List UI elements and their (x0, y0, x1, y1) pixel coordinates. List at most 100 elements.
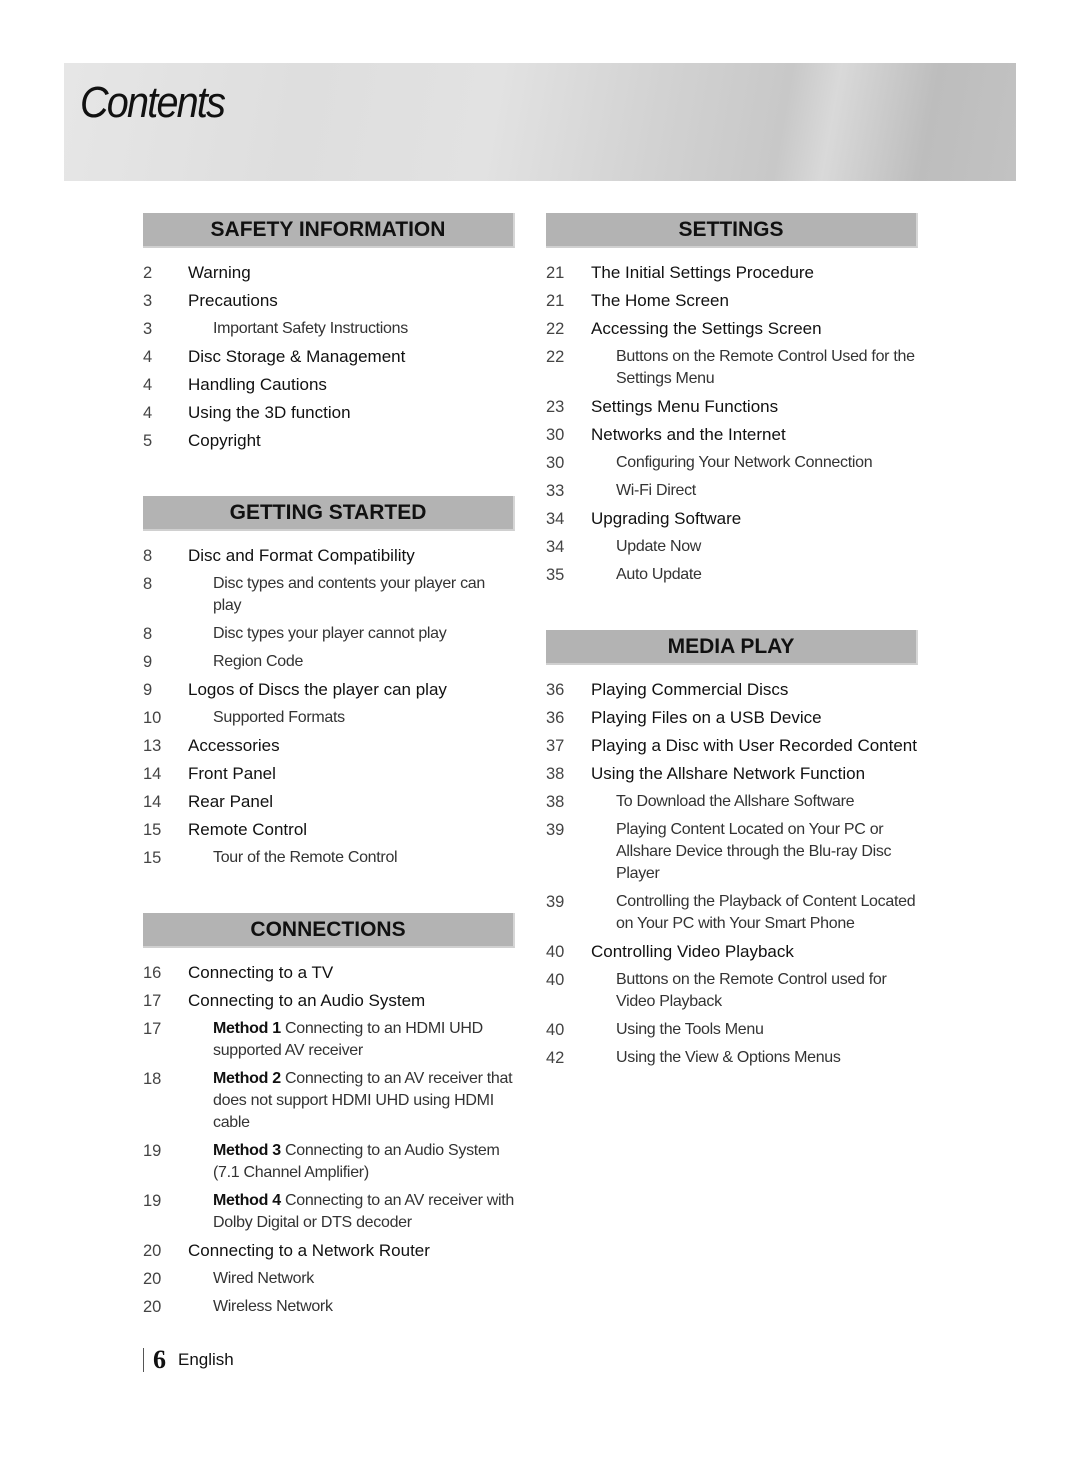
toc-entry-title[interactable]: Using the 3D function (188, 402, 515, 424)
toc-entry-title[interactable]: Precautions (188, 290, 515, 312)
toc-entry[interactable]: 15 Remote Control (143, 819, 515, 841)
toc-entry[interactable]: 4 Using the 3D function (143, 402, 515, 424)
toc-entry-title[interactable]: Logos of Discs the player can play (188, 679, 515, 701)
toc-subentry[interactable]: 30 Configuring Your Network Connection (546, 452, 918, 474)
toc-entry-title[interactable]: Disc types your player cannot play (188, 623, 515, 645)
toc-entry-title[interactable]: Connecting to an Audio System (188, 990, 515, 1012)
toc-entry-title[interactable]: Configuring Your Network Connection (591, 452, 918, 474)
toc-subentry[interactable]: 15 Tour of the Remote Control (143, 847, 515, 869)
toc-entry-title[interactable]: Controlling Video Playback (591, 941, 918, 963)
toc-subentry[interactable]: 20 Wireless Network (143, 1296, 515, 1318)
toc-entry[interactable]: 8 Disc and Format Compatibility (143, 545, 515, 567)
toc-entry-title[interactable]: Disc and Format Compatibility (188, 545, 515, 567)
toc-entry-title[interactable]: Accessing the Settings Screen (591, 318, 918, 340)
toc-entry-title[interactable]: Playing Files on a USB Device (591, 707, 918, 729)
toc-entry-title[interactable]: Warning (188, 262, 515, 284)
toc-entry[interactable]: 14 Rear Panel (143, 791, 515, 813)
toc-entry-title[interactable]: Important Safety Instructions (188, 318, 515, 340)
toc-entry[interactable]: 17 Connecting to an Audio System (143, 990, 515, 1012)
toc-entry-title[interactable]: Using the View & Options Menus (591, 1047, 918, 1069)
toc-entry[interactable]: 2 Warning (143, 262, 515, 284)
toc-entry[interactable]: 3 Precautions (143, 290, 515, 312)
toc-subentry[interactable]: 22 Buttons on the Remote Control Used for… (546, 346, 918, 390)
toc-subentry[interactable]: 40 Using the Tools Menu (546, 1019, 918, 1041)
toc-entry[interactable]: 20 Connecting to a Network Router (143, 1240, 515, 1262)
toc-subentry[interactable]: 39 Playing Content Located on Your PC or … (546, 819, 918, 885)
toc-entry-title[interactable]: Remote Control (188, 819, 515, 841)
toc-subentry[interactable]: 8 Disc types your player cannot play (143, 623, 515, 645)
toc-entry-title[interactable]: Playing Commercial Discs (591, 679, 918, 701)
toc-subentry[interactable]: 20 Wired Network (143, 1268, 515, 1290)
toc-entry-title[interactable]: Buttons on the Remote Control Used for t… (591, 346, 918, 390)
toc-entry-title[interactable]: Method 4 Connecting to an AV receiver wi… (188, 1190, 515, 1234)
toc-subentry[interactable]: 8 Disc types and contents your player can… (143, 573, 515, 617)
toc-entry-title[interactable]: Connecting to a TV (188, 962, 515, 984)
toc-subentry[interactable]: 35 Auto Update (546, 564, 918, 586)
toc-page-number: 38 (546, 765, 565, 783)
toc-entry[interactable]: 4 Disc Storage & Management (143, 346, 515, 368)
toc-entry-title[interactable]: To Download the Allshare Software (591, 791, 918, 813)
toc-entry[interactable]: 36 Playing Files on a USB Device (546, 707, 918, 729)
toc-subentry[interactable]: 19 Method 3 Connecting to an Audio System… (143, 1140, 515, 1184)
toc-subentry[interactable]: 10 Supported Formats (143, 707, 515, 729)
toc-subentry[interactable]: 40 Buttons on the Remote Control used for… (546, 969, 918, 1013)
toc-subentry[interactable]: 34 Update Now (546, 536, 918, 558)
toc-entry-title[interactable]: Using the Allshare Network Function (591, 763, 918, 785)
toc-subentry[interactable]: 33 Wi-Fi Direct (546, 480, 918, 502)
toc-entry[interactable]: 38 Using the Allshare Network Function (546, 763, 918, 785)
toc-entry-title[interactable]: Method 2 Connecting to an AV receiver th… (188, 1068, 515, 1134)
toc-entry-title[interactable]: Buttons on the Remote Control used for V… (591, 969, 918, 1013)
toc-subentry[interactable]: 9 Region Code (143, 651, 515, 673)
toc-entry-title[interactable]: Update Now (591, 536, 918, 558)
toc-entry[interactable]: 21 The Home Screen (546, 290, 918, 312)
toc-entry[interactable]: 23 Settings Menu Functions (546, 396, 918, 418)
toc-entry[interactable]: 30 Networks and the Internet (546, 424, 918, 446)
toc-entry[interactable]: 34 Upgrading Software (546, 508, 918, 530)
toc-entry-title[interactable]: Accessories (188, 735, 515, 757)
toc-entry-title[interactable]: Playing Content Located on Your PC or Al… (591, 819, 918, 885)
toc-entry-title[interactable]: Disc Storage & Management (188, 346, 515, 368)
toc-entry[interactable]: 22 Accessing the Settings Screen (546, 318, 918, 340)
toc-subentry[interactable]: 39 Controlling the Playback of Content Lo… (546, 891, 918, 935)
toc-entry[interactable]: 5 Copyright (143, 430, 515, 452)
toc-entry[interactable]: 14 Front Panel (143, 763, 515, 785)
toc-entry-title[interactable]: Wi-Fi Direct (591, 480, 918, 502)
toc-entry-title[interactable]: Controlling the Playback of Content Loca… (591, 891, 918, 935)
toc-entry-title[interactable]: Disc types and contents your player can … (188, 573, 515, 617)
toc-subentry[interactable]: 18 Method 2 Connecting to an AV receiver … (143, 1068, 515, 1134)
toc-entry-title[interactable]: Method 1 Connecting to an HDMI UHD suppo… (188, 1018, 515, 1062)
toc-entry[interactable]: 36 Playing Commercial Discs (546, 679, 918, 701)
toc-entry-title[interactable]: Settings Menu Functions (591, 396, 918, 418)
toc-entry[interactable]: 37 Playing a Disc with User Recorded Cont… (546, 735, 918, 757)
toc-entry-title[interactable]: The Initial Settings Procedure (591, 262, 918, 284)
toc-entry-title[interactable]: The Home Screen (591, 290, 918, 312)
toc-entry-title[interactable]: Upgrading Software (591, 508, 918, 530)
toc-entry-title[interactable]: Tour of the Remote Control (188, 847, 515, 869)
toc-entry-title[interactable]: Connecting to a Network Router (188, 1240, 515, 1262)
toc-entry-title[interactable]: Wireless Network (188, 1296, 515, 1318)
toc-entry[interactable]: 13 Accessories (143, 735, 515, 757)
toc-entry-title[interactable]: Playing a Disc with User Recorded Conten… (591, 735, 918, 757)
toc-subentry[interactable]: 38 To Download the Allshare Software (546, 791, 918, 813)
toc-entry[interactable]: 16 Connecting to a TV (143, 962, 515, 984)
toc-entry-title[interactable]: Using the Tools Menu (591, 1019, 918, 1041)
toc-entry[interactable]: 4 Handling Cautions (143, 374, 515, 396)
toc-entry-title[interactable]: Supported Formats (188, 707, 515, 729)
toc-entry-title[interactable]: Method 3 Connecting to an Audio System (… (188, 1140, 515, 1184)
toc-entry[interactable]: 9 Logos of Discs the player can play (143, 679, 515, 701)
toc-entry-title[interactable]: Region Code (188, 651, 515, 673)
toc-subentry[interactable]: 42 Using the View & Options Menus (546, 1047, 918, 1069)
toc-subentry[interactable]: 17 Method 1 Connecting to an HDMI UHD sup… (143, 1018, 515, 1062)
toc-entry[interactable]: 40 Controlling Video Playback (546, 941, 918, 963)
toc-subentry[interactable]: 19 Method 4 Connecting to an AV receiver … (143, 1190, 515, 1234)
toc-entry-title[interactable]: Handling Cautions (188, 374, 515, 396)
toc-entry-title[interactable]: Auto Update (591, 564, 918, 586)
toc-entry-title[interactable]: Front Panel (188, 763, 515, 785)
toc-entry[interactable]: 21 The Initial Settings Procedure (546, 262, 918, 284)
toc-page-number: 33 (546, 482, 565, 500)
toc-entry-title[interactable]: Wired Network (188, 1268, 515, 1290)
toc-subentry[interactable]: 3 Important Safety Instructions (143, 318, 515, 340)
toc-entry-title[interactable]: Rear Panel (188, 791, 515, 813)
toc-entry-title[interactable]: Copyright (188, 430, 515, 452)
toc-entry-title[interactable]: Networks and the Internet (591, 424, 918, 446)
